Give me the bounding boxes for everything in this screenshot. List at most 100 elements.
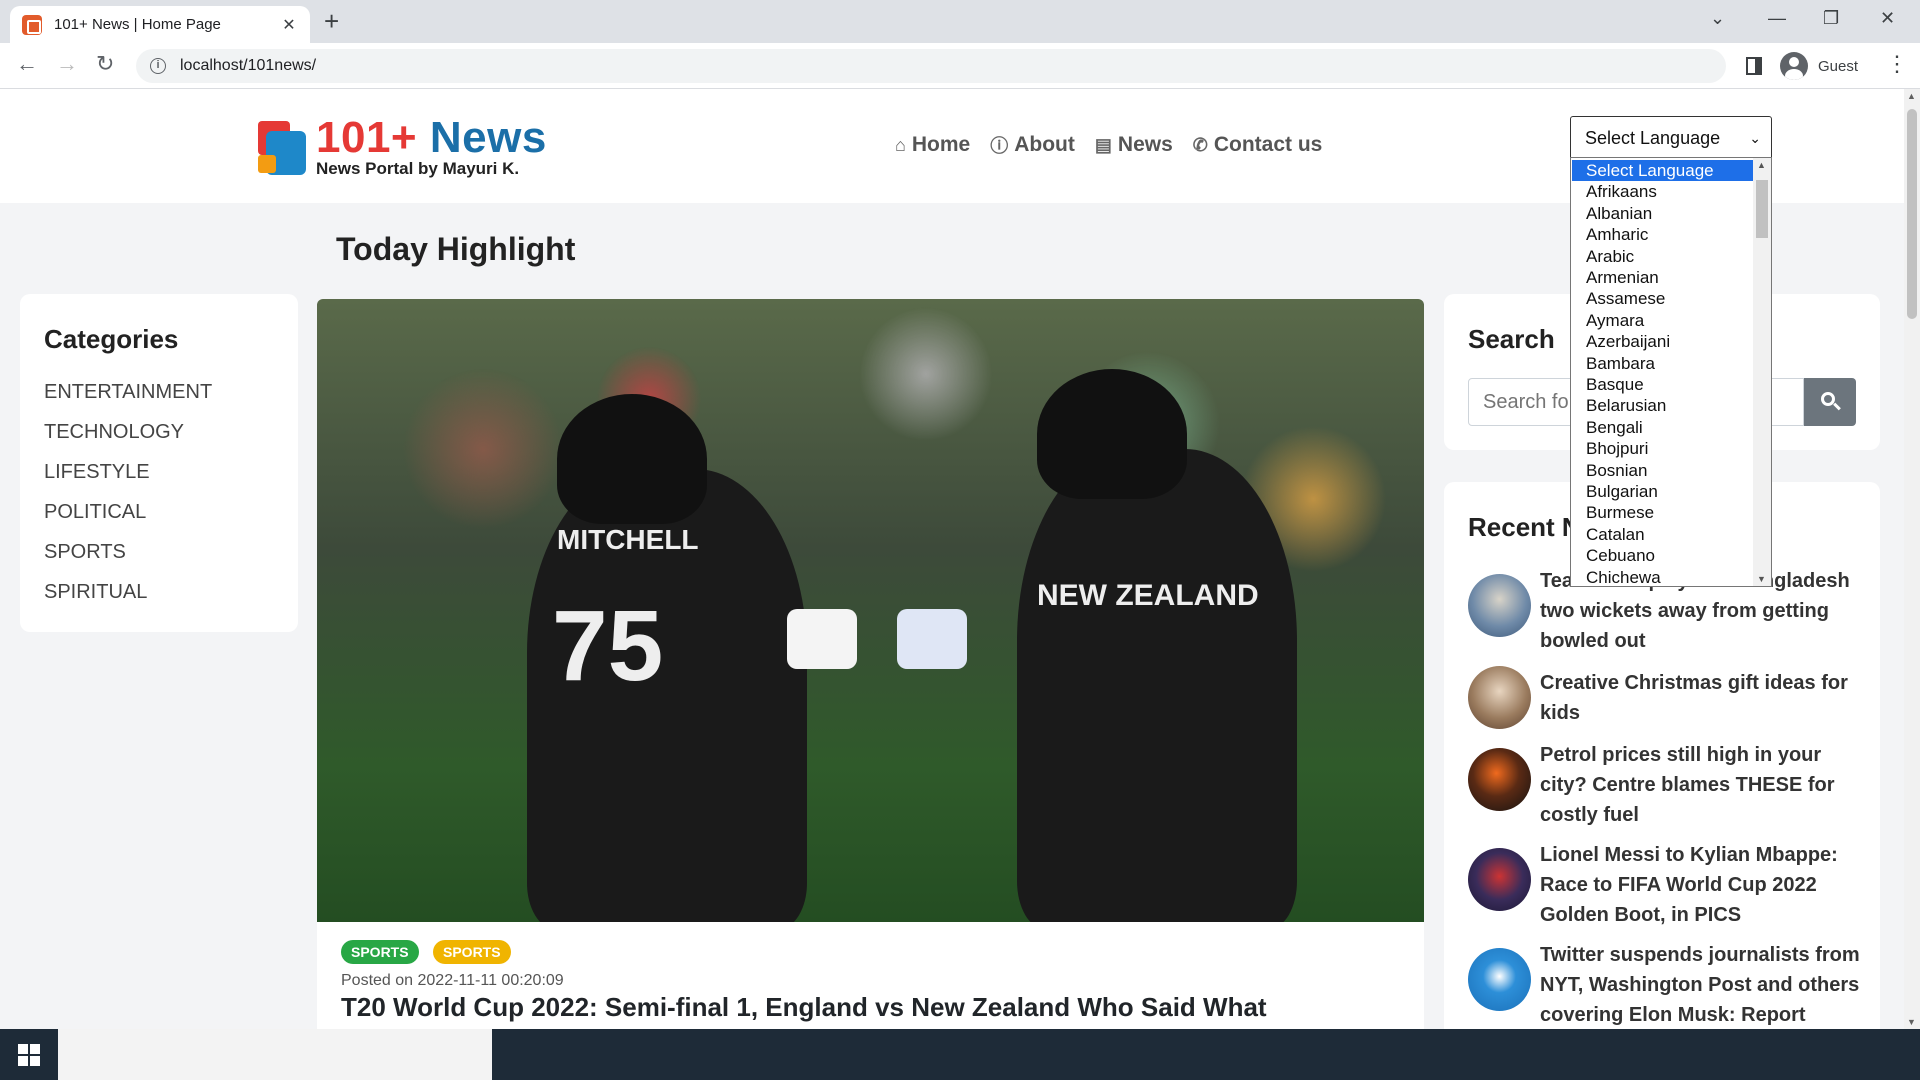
nav-news[interactable]: ▤ News [1095,132,1173,158]
helmet-left-figure [557,394,707,524]
profile-button[interactable]: Guest [1776,49,1872,83]
featured-article: SPORTS SPORTS Posted on 2022-11-11 00:20… [317,922,1424,1029]
browser-menu-icon[interactable]: ⋮ [1886,53,1908,75]
chevron-down-icon: ⌄ [1749,130,1761,146]
page-scrollbar[interactable]: ▲ ▼ [1904,89,1920,1029]
recent-news-thumbnail [1468,748,1531,811]
logo-mark-icon [258,121,310,175]
language-option[interactable]: Cebuano [1572,545,1753,566]
category-lifestyle[interactable]: LIFESTYLE [44,461,150,484]
category-spiritual[interactable]: SPIRITUAL [44,581,147,604]
reload-icon[interactable]: ↻ [96,53,114,75]
recent-news-thumbnail [1468,574,1531,637]
side-panel-icon[interactable] [1746,57,1762,75]
language-option[interactable]: Bulgarian [1572,481,1753,502]
close-tab-icon[interactable]: ✕ [280,15,298,35]
language-option[interactable]: Bosnian [1572,460,1753,481]
scroll-up-icon[interactable]: ▲ [1907,91,1916,101]
page-scroll-thumb[interactable] [1907,109,1917,319]
article-posted-date: Posted on 2022-11-11 00:20:09 [341,972,564,989]
jersey-team-text: NEW ZEALAND [1037,579,1259,612]
site-logo[interactable]: 101+ News News Portal by Mayuri K. [258,113,547,179]
url-text: localhost/101news/ [180,57,317,74]
search-title: Search [1468,324,1555,354]
nav-contact[interactable]: ✆ Contact us [1193,132,1323,158]
search-button[interactable] [1804,378,1856,426]
language-select-value: Select Language [1585,127,1721,148]
minimize-icon[interactable]: — [1768,8,1786,29]
player-right-figure [1017,449,1297,922]
site-info-icon[interactable]: i [150,58,166,74]
language-option[interactable]: Belarusian [1572,395,1753,416]
language-option[interactable]: Select Language [1572,160,1753,181]
category-technology[interactable]: TECHNOLOGY [44,421,184,444]
category-sports[interactable]: SPORTS [44,541,126,564]
recent-news-headline: Petrol prices still high in your city? C… [1540,744,1835,826]
language-option[interactable]: Basque [1572,374,1753,395]
language-option[interactable]: Assamese [1572,288,1753,309]
category-badge-sports-secondary[interactable]: SPORTS [433,940,511,964]
browser-tab[interactable]: 101+ News | Home Page ✕ [10,6,310,43]
jersey-number-text: 75 [552,590,664,702]
scroll-down-icon[interactable]: ▼ [1757,574,1766,584]
logo-subtitle: News Portal by Mayuri K. [316,159,520,178]
page-viewport: 101+ News News Portal by Mayuri K. ⌂ Hom… [0,89,1904,1029]
tab-title: 101+ News | Home Page [54,16,221,33]
featured-article-image[interactable]: MITCHELL 75 NEW ZEALAND [317,299,1424,922]
home-icon: ⌂ [895,134,906,155]
os-taskbar [0,1029,1920,1080]
category-political[interactable]: POLITICAL [44,501,146,524]
language-option[interactable]: Catalan [1572,524,1753,545]
recent-news-headline: Twitter suspends journalists from NYT, W… [1540,944,1860,1026]
language-option[interactable]: Amharic [1572,224,1753,245]
language-option[interactable]: Bambara [1572,353,1753,374]
jersey-name-text: MITCHELL [557,524,699,555]
page-title: Today Highlight [336,231,576,267]
browser-tab-strip: 101+ News | Home Page ✕ + ⌄ — ❐ ✕ [0,0,1920,43]
tab-search-chevron-icon[interactable]: ⌄ [1710,8,1725,29]
dropdown-scroll-thumb[interactable] [1756,180,1768,238]
recent-news-thumbnail [1468,948,1531,1011]
language-option[interactable]: Burmese [1572,502,1753,523]
address-bar[interactable]: i localhost/101news/ [136,49,1726,83]
language-option[interactable]: Afrikaans [1572,181,1753,202]
profile-name: Guest [1818,57,1859,75]
logo-title: 101+ News [316,113,547,162]
nav-home[interactable]: ⌂ Home [895,132,970,158]
forward-icon[interactable]: → [56,53,78,75]
language-option[interactable]: Albanian [1572,203,1753,224]
start-button[interactable] [0,1029,58,1080]
language-dropdown-list[interactable]: ▲ ▼ Select Language Afrikaans Albanian Amha… [1570,157,1772,587]
category-badge-sports[interactable]: SPORTS [341,940,419,964]
dropdown-scrollbar[interactable]: ▲ ▼ [1753,158,1771,586]
windows-logo-icon [18,1043,40,1066]
recent-news-headline: Lionel Messi to Kylian Mbappe: Race to F… [1540,844,1838,926]
main-nav: ⌂ Home ⓘ About ▤ News ✆ Contact us [895,132,1322,158]
language-option[interactable]: Bhojpuri [1572,438,1753,459]
language-option[interactable]: Aymara [1572,310,1753,331]
language-option[interactable]: Armenian [1572,267,1753,288]
scroll-down-icon[interactable]: ▼ [1907,1017,1916,1027]
language-option[interactable]: Arabic [1572,246,1753,267]
language-select[interactable]: Select Language ⌄ [1570,116,1772,160]
glove-left-figure [787,609,857,669]
recent-news-thumbnail [1468,666,1531,729]
recent-news-thumbnail [1468,848,1531,911]
category-entertainment[interactable]: ENTERTAINMENT [44,381,212,404]
info-icon: ⓘ [990,136,1009,156]
nav-about[interactable]: ⓘ About [990,132,1075,158]
article-title[interactable]: T20 World Cup 2022: Semi-final 1, Englan… [341,992,1267,1023]
new-tab-icon[interactable]: + [324,8,339,34]
language-option[interactable]: Chichewa [1572,567,1753,586]
glove-right-figure [897,609,967,669]
back-icon[interactable]: ← [16,53,38,75]
taskbar-search-box[interactable] [58,1029,492,1080]
close-window-icon[interactable]: ✕ [1880,8,1895,29]
recent-news-headline: Creative Christmas gift ideas for kids [1540,672,1848,724]
scroll-up-icon[interactable]: ▲ [1757,160,1766,170]
helmet-right-figure [1037,369,1187,499]
language-option[interactable]: Azerbaijani [1572,331,1753,352]
language-option[interactable]: Bengali [1572,417,1753,438]
restore-icon[interactable]: ❐ [1823,8,1839,29]
categories-card: Categories ENTERTAINMENT TECHNOLOGY LIFE… [20,294,298,632]
